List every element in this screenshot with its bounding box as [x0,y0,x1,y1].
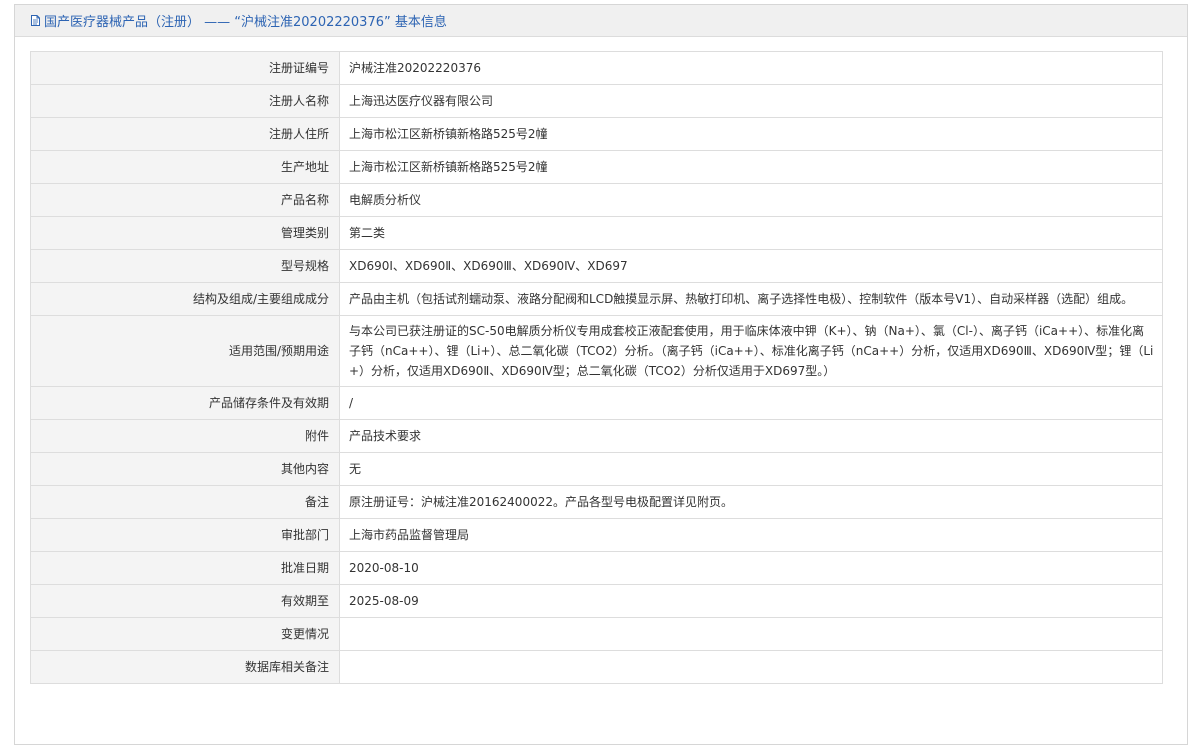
table-row: 生产地址 上海市松江区新桥镇新格路525号2幢 [30,150,1163,184]
table-row: 产品储存条件及有效期 / [30,386,1163,420]
table-row: 附件 产品技术要求 [30,419,1163,453]
table-row: 注册人住所 上海市松江区新桥镇新格路525号2幢 [30,117,1163,151]
field-label: 适用范围/预期用途 [30,315,340,387]
field-label: 批准日期 [30,551,340,585]
table-row: 审批部门 上海市药品监督管理局 [30,518,1163,552]
field-value: 2025-08-09 [339,584,1163,618]
field-value: 产品由主机（包括试剂蠕动泵、液路分配阀和LCD触摸显示屏、热敏打印机、离子选择性… [339,282,1163,316]
field-label: 有效期至 [30,584,340,618]
field-value: 原注册证号：沪械注准20162400022。产品各型号电极配置详见附页。 [339,485,1163,519]
field-value [339,617,1163,651]
table-row: 备注 原注册证号：沪械注准20162400022。产品各型号电极配置详见附页。 [30,485,1163,519]
field-value: 无 [339,452,1163,486]
field-label: 注册人名称 [30,84,340,118]
table-row: 有效期至 2025-08-09 [30,584,1163,618]
field-label: 管理类别 [30,216,340,250]
field-value: 上海市松江区新桥镇新格路525号2幢 [339,150,1163,184]
table-row: 管理类别 第二类 [30,216,1163,250]
field-label: 生产地址 [30,150,340,184]
table-row: 注册证编号 沪械注准20202220376 [30,51,1163,85]
document-icon [29,14,42,27]
field-label: 注册证编号 [30,51,340,85]
panel-header: 国产医疗器械产品（注册） —— “沪械注准20202220376” 基本信息 [15,5,1187,37]
field-value: 与本公司已获注册证的SC-50电解质分析仪专用成套校正液配套使用，用于临床体液中… [339,315,1163,387]
field-value: / [339,386,1163,420]
field-label: 其他内容 [30,452,340,486]
page-title: 国产医疗器械产品（注册） —— “沪械注准20202220376” 基本信息 [44,15,447,30]
field-label: 产品名称 [30,183,340,217]
field-label: 注册人住所 [30,117,340,151]
table-row: 批准日期 2020-08-10 [30,551,1163,585]
field-value: 产品技术要求 [339,419,1163,453]
table-row: 数据库相关备注 [30,650,1163,684]
field-value: 上海市药品监督管理局 [339,518,1163,552]
info-table-body: 注册证编号 沪械注准20202220376 注册人名称 上海迅达医疗仪器有限公司 注册人… [30,51,1163,684]
table-row: 产品名称 电解质分析仪 [30,183,1163,217]
field-label: 型号规格 [30,249,340,283]
field-label: 产品储存条件及有效期 [30,386,340,420]
field-label: 审批部门 [30,518,340,552]
table-row: 注册人名称 上海迅达医疗仪器有限公司 [30,84,1163,118]
field-label: 变更情况 [30,617,340,651]
table-row: 变更情况 [30,617,1163,651]
field-label: 数据库相关备注 [30,650,340,684]
table-row: 结构及组成/主要组成成分 产品由主机（包括试剂蠕动泵、液路分配阀和LCD触摸显示屏… [30,282,1163,316]
field-label: 附件 [30,419,340,453]
table-row: 型号规格 XD690Ⅰ、XD690Ⅱ、XD690Ⅲ、XD690Ⅳ、XD697 [30,249,1163,283]
table-row: 适用范围/预期用途 与本公司已获注册证的SC-50电解质分析仪专用成套校正液配套使… [30,315,1163,387]
field-label: 结构及组成/主要组成成分 [30,282,340,316]
field-value: 沪械注准20202220376 [339,51,1163,85]
table-row: 其他内容无 [30,452,1163,486]
field-value: 2020-08-10 [339,551,1163,585]
field-value [339,650,1163,684]
field-value: 上海迅达医疗仪器有限公司 [339,84,1163,118]
detail-panel: 国产医疗器械产品（注册） —— “沪械注准20202220376” 基本信息 注… [14,4,1188,745]
field-value: 电解质分析仪 [339,183,1163,217]
field-value: XD690Ⅰ、XD690Ⅱ、XD690Ⅲ、XD690Ⅳ、XD697 [339,249,1163,283]
field-value: 第二类 [339,216,1163,250]
field-value: 上海市松江区新桥镇新格路525号2幢 [339,117,1163,151]
field-label: 备注 [30,485,340,519]
info-table: 注册证编号 沪械注准20202220376 注册人名称 上海迅达医疗仪器有限公司 注册人… [30,51,1163,684]
